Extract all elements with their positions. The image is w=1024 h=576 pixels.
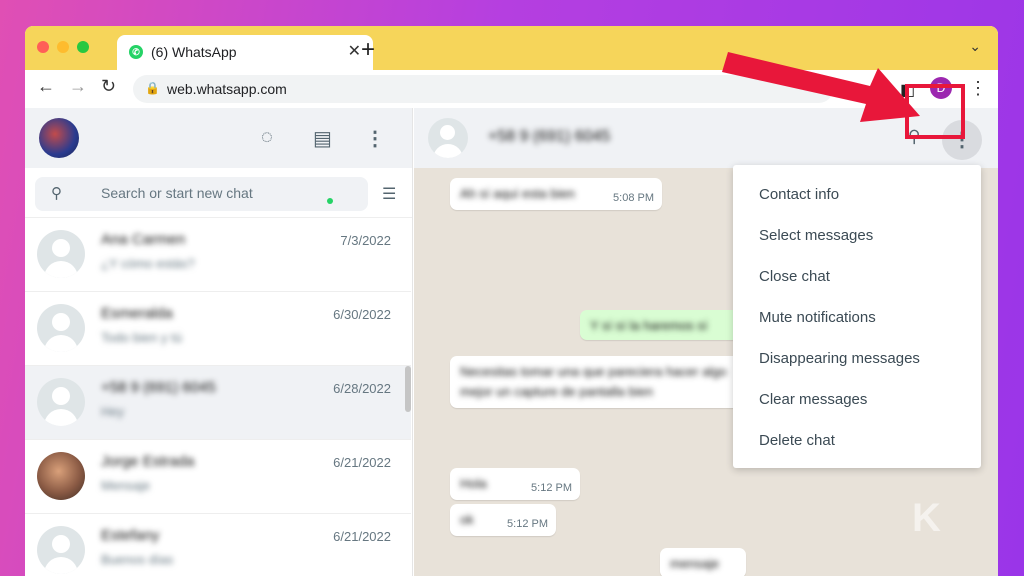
menu-item-delete-chat[interactable]: Delete chat (759, 432, 835, 449)
message-text: Ah sí aquí esta bien (460, 186, 575, 201)
message-time: 5:12 PM (531, 482, 572, 494)
filter-icon[interactable]: ☰ (382, 184, 396, 204)
message-bubble: Ah sí aquí esta bien 5:08 PM (450, 178, 662, 210)
chat-name: Estefany (101, 527, 160, 544)
chat-date: 6/30/2022 (333, 307, 391, 322)
contact-avatar (37, 526, 85, 574)
menu-item-close-chat[interactable]: Close chat (759, 268, 830, 285)
chat-list-item[interactable]: Estefany Buenos días 6/21/2022 (25, 514, 411, 576)
message-text: mensaje (670, 556, 720, 571)
sidebar-scrollbar[interactable] (405, 366, 411, 412)
message-bubble: Hola 5:12 PM (450, 468, 580, 500)
message-bubble: ok 5:12 PM (450, 504, 556, 536)
new-tab-button[interactable]: + (361, 36, 375, 64)
menu-item-contact-info[interactable]: Contact info (759, 186, 839, 203)
chat-date: 6/28/2022 (333, 381, 391, 396)
menu-item-mute-notifications[interactable]: Mute notifications (759, 309, 876, 326)
chat-preview: Mensaje (101, 478, 151, 493)
chevron-down-icon[interactable]: ⌄ (969, 38, 981, 55)
message-time: 5:08 PM (613, 192, 654, 204)
chat-preview: Todo bien y tú (101, 330, 182, 345)
contact-name[interactable]: +58 9 (691) 6045 (488, 128, 610, 146)
chat-preview: Hey (101, 404, 125, 419)
message-text: Y sí sí la haremos sí (590, 318, 708, 333)
menu-item-select-messages[interactable]: Select messages (759, 227, 873, 244)
contact-avatar (37, 304, 85, 352)
chat-date: 6/21/2022 (333, 529, 391, 544)
chat-list-item[interactable]: Esmeralda Todo bien y tú 6/30/2022 (25, 292, 411, 366)
chat-list-item-active[interactable]: +58 9 (691) 6045 Hey 6/28/2022 (25, 366, 411, 440)
watermark-logo: K (912, 496, 941, 540)
contact-photo-avatar (37, 452, 85, 500)
forward-arrow-icon[interactable]: → (69, 76, 87, 97)
menu-item-disappearing-messages[interactable]: Disappearing messages (759, 350, 920, 367)
status-icon[interactable]: ◌ (261, 126, 273, 149)
sidebar-header: ◌ ▤ ⋮ (25, 108, 412, 168)
browser-menu-icon[interactable]: ⋮ (969, 78, 987, 99)
sidebar-menu-icon[interactable]: ⋮ (365, 126, 385, 151)
contact-avatar (37, 230, 85, 278)
chat-date: 6/21/2022 (333, 455, 391, 470)
chat-list-item[interactable]: Jorge Estrada Mensaje 6/21/2022 (25, 440, 411, 514)
message-bubble: mensaje (660, 548, 746, 576)
chat-name: Ana Carmen (101, 231, 186, 248)
message-bubble: Necesitas tomar una que pareciera hacer … (450, 356, 760, 408)
message-text: Necesitas tomar una que pareciera hacer … (460, 364, 727, 379)
indicator-dot (327, 198, 333, 204)
minimize-window-button[interactable] (57, 41, 69, 53)
search-input[interactable]: ⚲ Search or start new chat (35, 177, 368, 211)
search-placeholder: Search or start new chat (101, 185, 253, 201)
contact-avatar (37, 378, 85, 426)
chat-name: Jorge Estrada (101, 453, 195, 470)
chat-name: +58 9 (691) 6045 (101, 379, 216, 396)
maximize-window-button[interactable] (77, 41, 89, 53)
message-text-line-2: mejor un capture de pantalla bien (460, 384, 653, 399)
lock-icon: 🔒 (145, 81, 160, 95)
close-window-button[interactable] (37, 41, 49, 53)
my-avatar[interactable] (39, 118, 79, 158)
search-icon: ⚲ (51, 185, 62, 202)
chat-date: 7/3/2022 (340, 233, 391, 248)
tab-title: (6) WhatsApp (151, 44, 237, 60)
url-text: web.whatsapp.com (167, 81, 287, 97)
contact-avatar[interactable] (428, 118, 468, 158)
chat-name: Esmeralda (101, 305, 173, 322)
message-time: 5:12 PM (507, 518, 548, 530)
whatsapp-favicon-icon: ✆ (129, 45, 143, 59)
chat-preview: ¿Y cómo estás? (101, 256, 195, 271)
chat-list-item[interactable]: Ana Carmen ¿Y cómo estás? 7/3/2022 (25, 218, 411, 292)
tab-close-icon[interactable]: ✕ (348, 41, 361, 61)
tab-whatsapp[interactable]: ✆ (6) WhatsApp ✕ (117, 35, 373, 70)
search-row: ⚲ Search or start new chat ☰ (25, 168, 412, 218)
message-text: ok (460, 512, 474, 527)
chat-sidebar: ◌ ▤ ⋮ ⚲ Search or start new chat ☰ Ana C… (25, 108, 413, 576)
reload-icon[interactable]: ↻ (101, 76, 116, 97)
chat-preview: Buenos días (101, 552, 174, 567)
back-arrow-icon[interactable]: ← (37, 76, 55, 97)
red-arrow-annotation (722, 52, 920, 122)
message-text: Hola (460, 476, 487, 491)
conversation-dropdown-menu: Contact info Select messages Close chat … (733, 165, 981, 468)
menu-item-clear-messages[interactable]: Clear messages (759, 391, 867, 408)
new-chat-icon[interactable]: ▤ (313, 126, 332, 151)
